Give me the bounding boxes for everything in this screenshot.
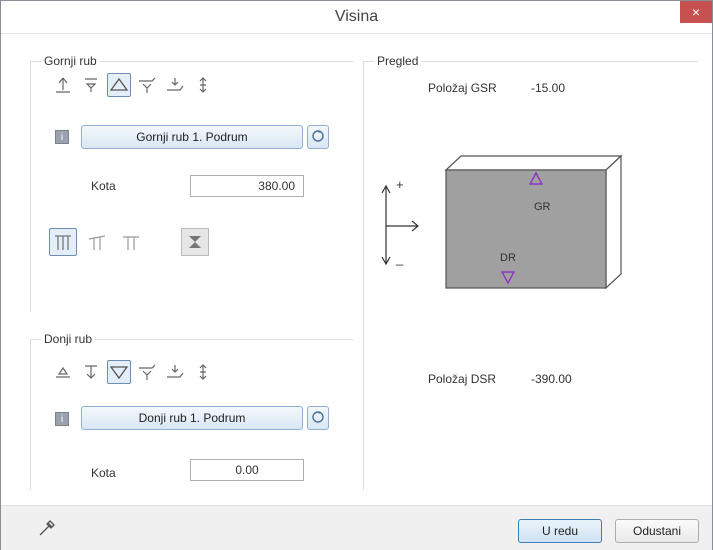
- bottom-edge-refresh-button[interactable]: [307, 406, 329, 430]
- preview-group-label: Pregled: [374, 54, 422, 68]
- up-down-arrow-icon[interactable]: [191, 360, 215, 384]
- gr-label: GR: [534, 201, 551, 213]
- top-edge-group-label: Gornji rub: [41, 54, 100, 68]
- dialog-footer: U redu Odustani: [1, 505, 712, 550]
- bottom-edge-group-label: Donji rub: [41, 332, 96, 346]
- dsr-value: -390.00: [531, 372, 572, 386]
- top-edge-reference-button[interactable]: Gornji rub 1. Podrum: [81, 125, 303, 149]
- down-arrow-line-icon[interactable]: [79, 360, 103, 384]
- refresh-icon: [311, 129, 325, 146]
- wall-slanted-icon[interactable]: [83, 228, 111, 256]
- up-arrow-icon[interactable]: [51, 73, 75, 97]
- hourglass-icon[interactable]: [181, 228, 209, 256]
- dr-label: DR: [500, 252, 516, 264]
- preview-minus-label: _: [396, 251, 404, 266]
- top-kota-input[interactable]: 380.00: [190, 175, 304, 197]
- bottom-edge-toolbar: [51, 360, 215, 384]
- window-title: Visina: [334, 8, 379, 25]
- refresh-icon: [311, 410, 325, 427]
- bottom-edge-reference-button[interactable]: Donji rub 1. Podrum: [81, 406, 303, 430]
- title-bar: Visina ×: [1, 1, 712, 34]
- top-kota-label: Kota: [91, 179, 116, 193]
- bottom-kota-input[interactable]: 0.00: [190, 459, 304, 481]
- triangle-up-small-icon[interactable]: [51, 360, 75, 384]
- gsr-value: -15.00: [531, 81, 566, 95]
- preview-plus-label: +: [396, 177, 404, 192]
- wall-style-toolbar: [49, 228, 209, 256]
- up-down-arrow-icon[interactable]: [191, 73, 215, 97]
- triangle-up-icon[interactable]: [107, 73, 131, 97]
- preview-diagram: + _ GR DR: [376, 151, 636, 291]
- cancel-button[interactable]: Odustani: [615, 519, 699, 543]
- triangle-down-icon[interactable]: [107, 360, 131, 384]
- down-to-line-icon[interactable]: [79, 73, 103, 97]
- eyedropper-icon[interactable]: [37, 518, 57, 541]
- plane-down-icon[interactable]: [135, 73, 159, 97]
- info-icon[interactable]: i: [55, 130, 69, 144]
- top-edge-refresh-button[interactable]: [307, 125, 329, 149]
- visina-dialog: Visina × Gornji rub i Gornji rub 1. Podr…: [0, 0, 713, 550]
- close-button[interactable]: ×: [680, 1, 712, 23]
- plane-down-icon[interactable]: [135, 360, 159, 384]
- wall-flat-icon[interactable]: [117, 228, 145, 256]
- preview-diagram-svg: [381, 154, 623, 290]
- plane-up-icon[interactable]: [163, 73, 187, 97]
- wall-full-icon[interactable]: [49, 228, 77, 256]
- gsr-label: Položaj GSR: [428, 81, 497, 95]
- bottom-kota-label: Kota: [91, 466, 116, 480]
- ok-button[interactable]: U redu: [518, 519, 602, 543]
- info-icon[interactable]: i: [55, 412, 69, 426]
- dsr-label: Položaj DSR: [428, 372, 497, 386]
- top-edge-toolbar: [51, 73, 215, 97]
- plane-up-icon[interactable]: [163, 360, 187, 384]
